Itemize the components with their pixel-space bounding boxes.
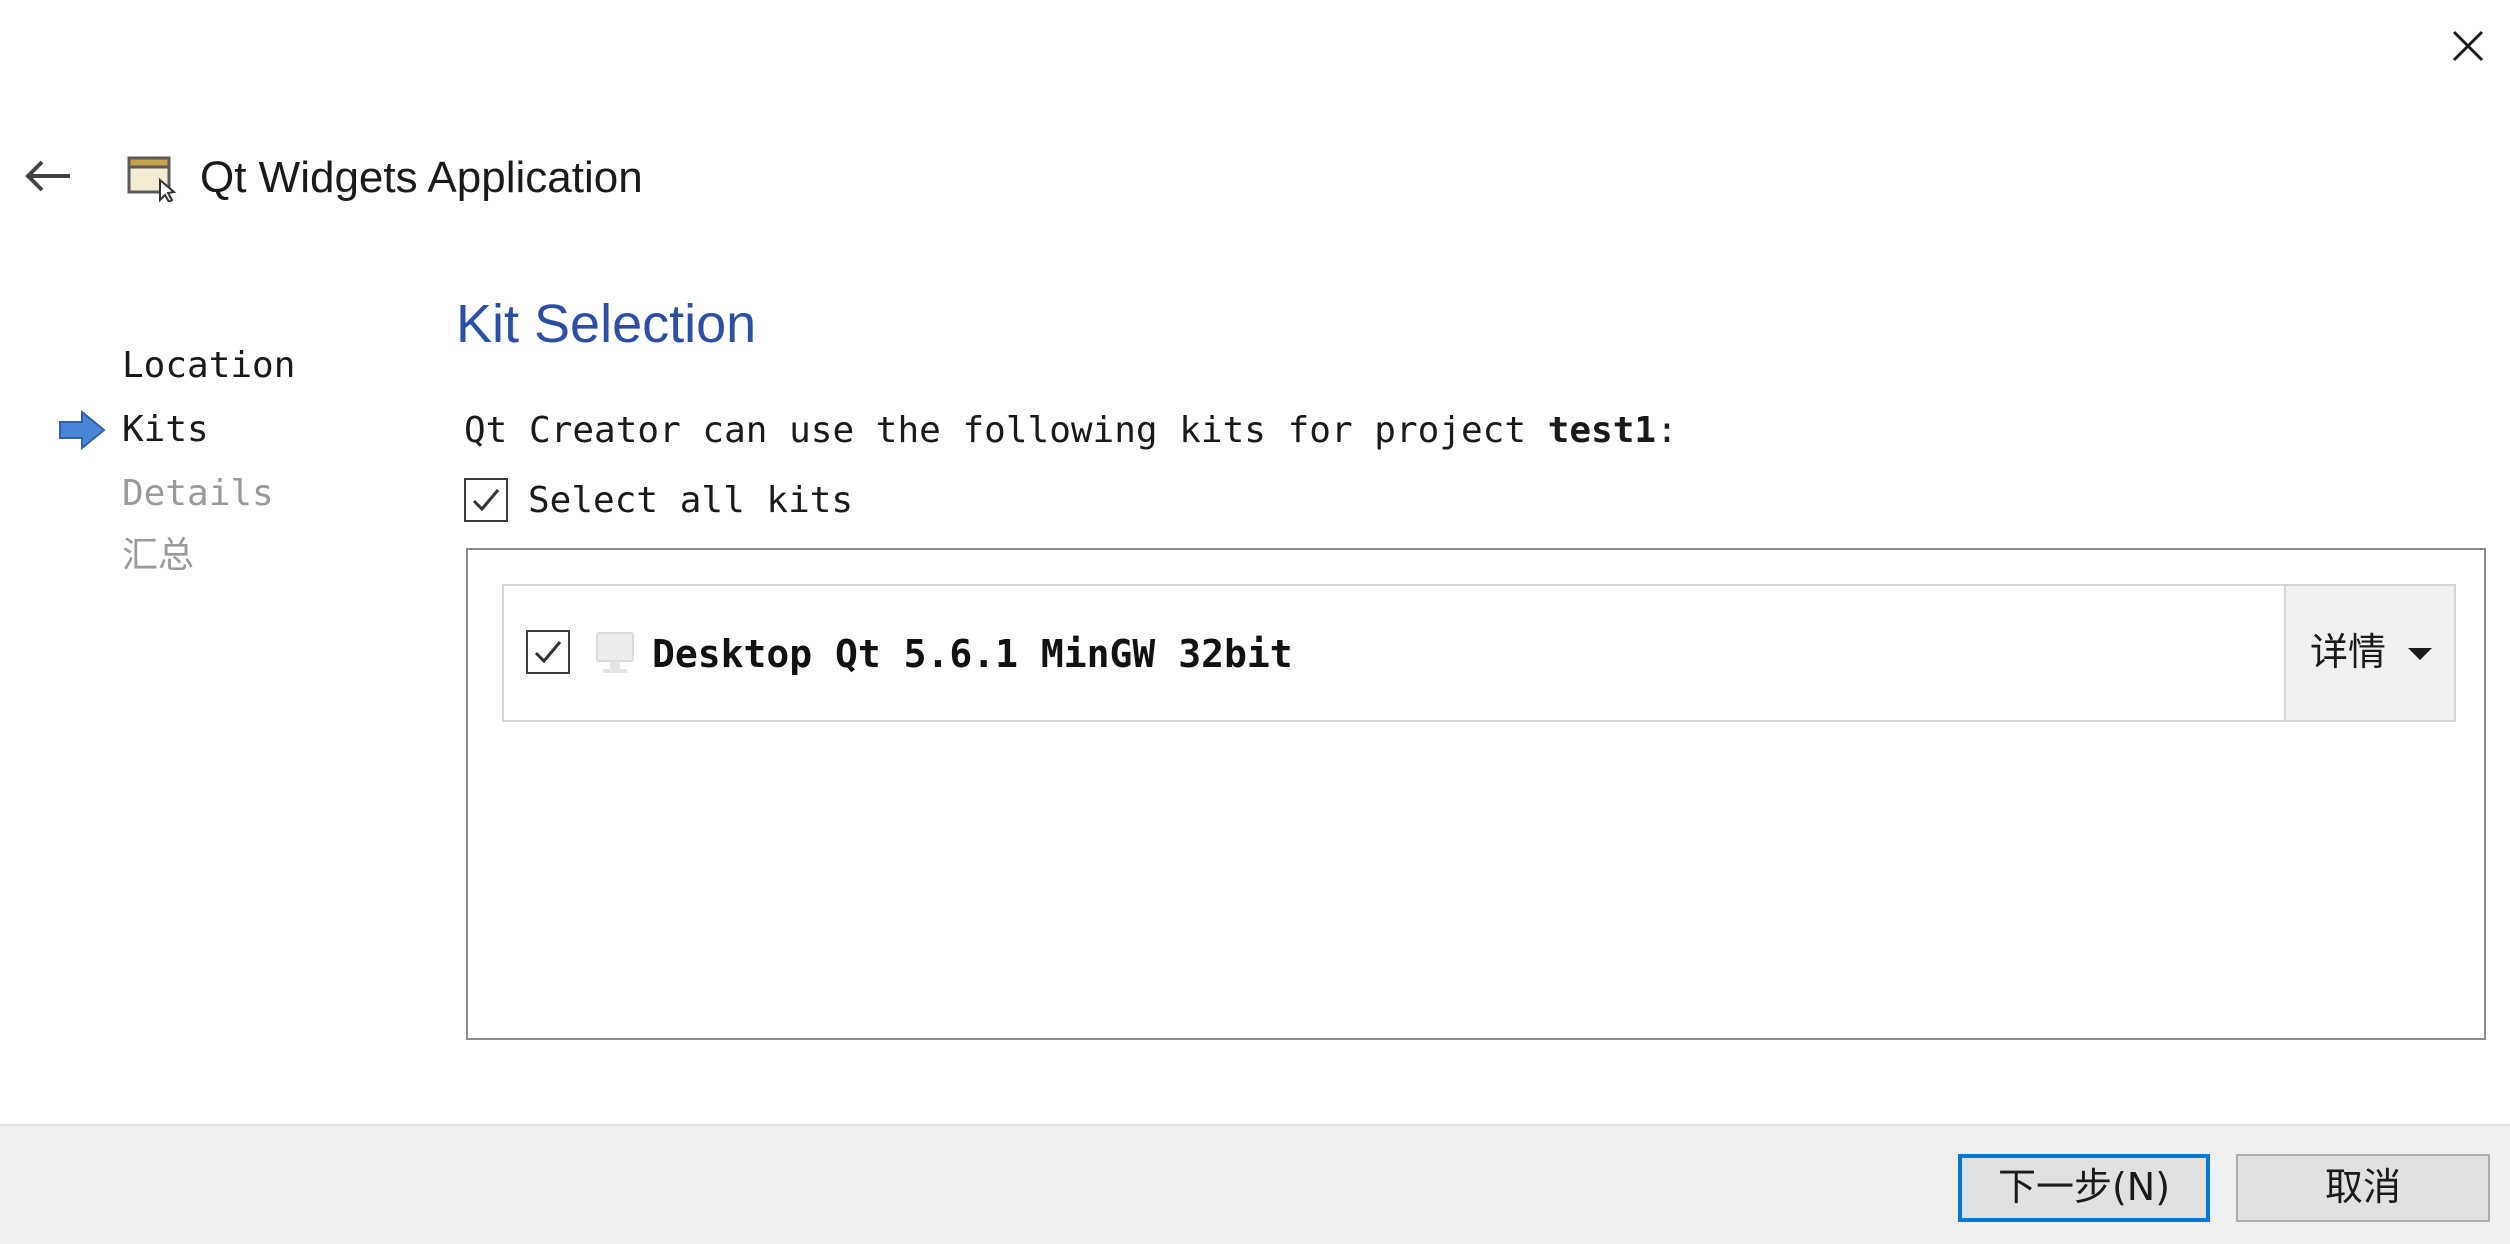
checkmark-icon [472, 489, 500, 512]
kit-label: Desktop Qt 5.6.1 MinGW 32bit [652, 632, 1293, 676]
kit-checkbox[interactable] [526, 630, 570, 674]
wizard-footer: 下一步(N) 取消 [0, 1124, 2510, 1244]
wizard-title: Qt Widgets Application [200, 153, 643, 202]
cancel-button[interactable]: 取消 [2236, 1154, 2490, 1222]
intro-prefix: Qt Creator can use the following kits fo… [464, 410, 1548, 451]
close-icon [2452, 30, 2484, 62]
step-kits: Kits [122, 409, 209, 450]
section-title: Kit Selection [456, 294, 757, 354]
step-details: Details [122, 473, 274, 514]
intro-text: Qt Creator can use the following kits fo… [464, 408, 1678, 454]
step-location: Location [122, 345, 296, 386]
desktop-monitor-icon [596, 632, 634, 673]
step-summary: 汇总 [122, 535, 195, 576]
back-arrow-icon [25, 160, 70, 192]
kit-row: Desktop Qt 5.6.1 MinGW 32bit 详情 [502, 584, 2456, 722]
dropdown-caret-icon [2408, 648, 2432, 660]
intro-suffix: : [1656, 410, 1678, 451]
kit-details-label: 详情 [2310, 630, 2387, 674]
kit-details-button[interactable]: 详情 [2284, 586, 2454, 720]
back-button[interactable] [20, 150, 76, 206]
close-button[interactable] [2440, 18, 2496, 74]
project-name: test1 [1547, 410, 1657, 451]
next-button[interactable]: 下一步(N) [1958, 1154, 2210, 1222]
select-all-label[interactable]: Select all kits [528, 478, 853, 524]
kit-list: Desktop Qt 5.6.1 MinGW 32bit 详情 [466, 548, 2486, 1040]
application-window-icon [127, 156, 177, 202]
current-step-arrow-icon [59, 410, 106, 450]
checkmark-icon [534, 641, 562, 664]
select-all-checkbox[interactable] [464, 478, 508, 522]
